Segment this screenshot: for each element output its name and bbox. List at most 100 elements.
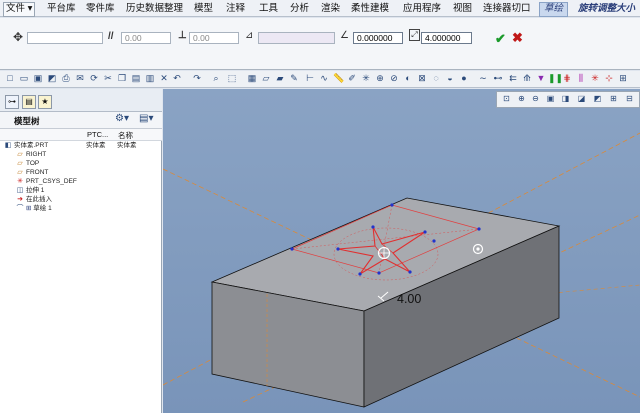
- menu-connector-cut[interactable]: 连接器切口: [483, 2, 531, 15]
- reference-field[interactable]: [258, 32, 335, 44]
- csys-icon[interactable]: ⊕: [375, 73, 385, 84]
- tree-root-ptc-value: 实体素: [86, 142, 106, 149]
- menu-view[interactable]: 视图: [453, 2, 472, 15]
- tree-item-top[interactable]: ▱ TOP: [16, 160, 39, 168]
- sketch-tool-icon[interactable]: ✎: [289, 73, 299, 84]
- tree-root-part[interactable]: ◧ 实体素.PRT: [4, 142, 49, 150]
- print-icon[interactable]: ⎙: [61, 73, 71, 84]
- email-icon[interactable]: ✉: [75, 73, 85, 84]
- reference-icon: ⊿: [245, 30, 254, 41]
- datum-axis-icon[interactable]: ⊢: [305, 73, 315, 84]
- tree-item-right[interactable]: ▱ RIGHT: [16, 151, 46, 159]
- datum-plane-icon: ▱: [17, 151, 23, 158]
- csys-display-icon[interactable]: ⊹: [604, 73, 614, 84]
- tree-column-header: PTC... 名称: [0, 129, 162, 141]
- menu-flexible-modeling[interactable]: 柔性建模: [351, 2, 389, 15]
- menu-applications[interactable]: 应用程序: [403, 2, 441, 15]
- datum-plane-icon[interactable]: ▱: [261, 73, 271, 84]
- menu-tools[interactable]: 工具: [259, 2, 278, 15]
- repaint-icon[interactable]: ◌: [431, 73, 441, 84]
- menu-platform-library[interactable]: 平台库: [47, 2, 76, 15]
- datum-display-icon[interactable]: ⇇: [508, 73, 518, 84]
- apply-check-icon[interactable]: ✔: [495, 31, 506, 47]
- tree-item-front[interactable]: ▱ FRONT: [16, 169, 48, 177]
- redo-icon[interactable]: ↷: [192, 73, 202, 84]
- tree-settings-icon[interactable]: ⚙▾: [115, 113, 129, 124]
- layers-icon[interactable]: ▦: [247, 73, 257, 84]
- vertical-offset-field[interactable]: 0.00: [189, 32, 239, 44]
- model-viewport: [163, 132, 640, 408]
- ruler-icon[interactable]: 📏: [333, 73, 344, 84]
- mirror-icon[interactable]: ◐: [403, 73, 413, 84]
- save-copy-icon[interactable]: ◩: [47, 73, 57, 84]
- delete-icon[interactable]: ✕: [159, 73, 169, 84]
- rotation-angle-input[interactable]: 0.000000: [353, 32, 403, 44]
- model-tree-tab-icon[interactable]: ⊶: [5, 95, 19, 109]
- copy-icon[interactable]: ❐: [117, 73, 127, 84]
- model-tree-header: 模型树 ⚙▾ ▤▾: [0, 112, 162, 129]
- favorites-tab-icon[interactable]: ★: [38, 95, 52, 109]
- column-ptc[interactable]: PTC...: [87, 130, 108, 139]
- datum-point-icon[interactable]: ✳: [361, 73, 371, 84]
- move-reference-field[interactable]: [27, 32, 103, 44]
- undo-icon[interactable]: ↶: [172, 73, 182, 84]
- search-icon[interactable]: ⌕: [211, 73, 221, 84]
- tree-item-label: RIGHT: [26, 151, 47, 158]
- point-display-icon[interactable]: ✳: [590, 73, 600, 84]
- constraint-icon[interactable]: ⊘: [389, 73, 399, 84]
- more-icon[interactable]: ⊞: [618, 73, 628, 84]
- menu-history-cleanup[interactable]: 历史数据整理: [126, 2, 183, 15]
- sphere-icon[interactable]: ●: [459, 73, 469, 84]
- cancel-x-icon[interactable]: ✖: [512, 30, 523, 46]
- tree-item-label: 拉伸 1: [26, 187, 45, 194]
- rotate-resize-dashboard: ✥ // 0.00 ⊥ 0.00 ⊿ ∠ 0.000000 ⤢ 4.000000…: [0, 18, 640, 70]
- filter-icon[interactable]: ▼: [536, 73, 546, 84]
- horizontal-move-icon: //: [108, 31, 114, 42]
- measure-icon[interactable]: ⊠: [417, 73, 427, 84]
- menu-sketch-tab[interactable]: 草绘: [539, 2, 569, 17]
- column-name[interactable]: 名称: [118, 130, 133, 141]
- menu-analysis[interactable]: 分析: [290, 2, 309, 15]
- folder-browser-tab-icon[interactable]: ▤: [22, 95, 36, 109]
- spin-center-icon[interactable]: ⊷: [493, 73, 503, 84]
- menu-file[interactable]: 文件 ▾: [3, 2, 36, 17]
- tree-item-sketch[interactable]: ⌒ ⊞ 草绘 1: [16, 205, 52, 213]
- scale-factor-input[interactable]: 4.000000: [421, 32, 472, 44]
- extrude-icon: ◫: [16, 187, 24, 194]
- curve-icon[interactable]: ∼: [478, 73, 488, 84]
- new-file-icon[interactable]: □: [5, 73, 15, 84]
- tree-root-label: 实体素.PRT: [14, 142, 49, 149]
- plane-display-icon[interactable]: ⫼: [576, 73, 586, 84]
- paste-icon[interactable]: ▤: [131, 73, 141, 84]
- datum-curve-icon[interactable]: ∿: [319, 73, 329, 84]
- tree-item-insert-here[interactable]: ➜ 在此插入: [16, 196, 52, 204]
- cut-icon[interactable]: ✂: [103, 73, 113, 84]
- scale-icon: ⤢: [409, 29, 420, 41]
- paste-special-icon[interactable]: ▥: [145, 73, 155, 84]
- menu-render[interactable]: 渲染: [321, 2, 340, 15]
- pause-icon[interactable]: ❚❚: [548, 73, 563, 84]
- menu-model[interactable]: 模型: [194, 2, 213, 15]
- tree-item-csys[interactable]: ✳ PRT_CSYS_DEF: [16, 178, 77, 186]
- scale-dimension-label[interactable]: 4.00: [397, 292, 421, 306]
- folder-icon[interactable]: ▰: [275, 73, 285, 84]
- select-icon[interactable]: ⬚: [227, 73, 237, 84]
- tree-item-extrude[interactable]: ◫ 拉伸 1: [16, 187, 45, 195]
- regenerate-icon[interactable]: ⟳: [89, 73, 99, 84]
- menu-part-library[interactable]: 零件库: [86, 2, 115, 15]
- axis-display-icon[interactable]: ⋕: [562, 73, 572, 84]
- rotate-angle-icon: ∠: [340, 30, 349, 41]
- graphics-window[interactable]: ⊡ ⊕ ⊖ ▣ ◨ ◪ ◩ ⊞ ⊟ 4.00: [163, 89, 640, 413]
- main-toolbar: □ ▭ ▣ ◩ ⎙ ✉ ⟳ ✂ ❐ ▤ ▥ ✕ ↶ ↷ ⌕ ⬚ ▦ ▱ ▰ ✎ …: [0, 71, 640, 88]
- tree-item-label: 在此插入: [26, 196, 52, 203]
- orient-icon[interactable]: ⟰: [522, 73, 532, 84]
- horizontal-offset-field[interactable]: 0.00: [121, 32, 171, 44]
- save-icon[interactable]: ▣: [33, 73, 43, 84]
- menu-rotate-resize-tab[interactable]: 旋转调整大小: [578, 2, 635, 15]
- open-file-icon[interactable]: ▭: [19, 73, 29, 84]
- tree-show-icon[interactable]: ▤▾: [139, 113, 153, 124]
- edit-icon[interactable]: ✐: [347, 73, 357, 84]
- appearance-icon[interactable]: ◒: [445, 73, 455, 84]
- menu-file-label: 文件: [6, 3, 26, 14]
- menu-annotate[interactable]: 注释: [226, 2, 245, 15]
